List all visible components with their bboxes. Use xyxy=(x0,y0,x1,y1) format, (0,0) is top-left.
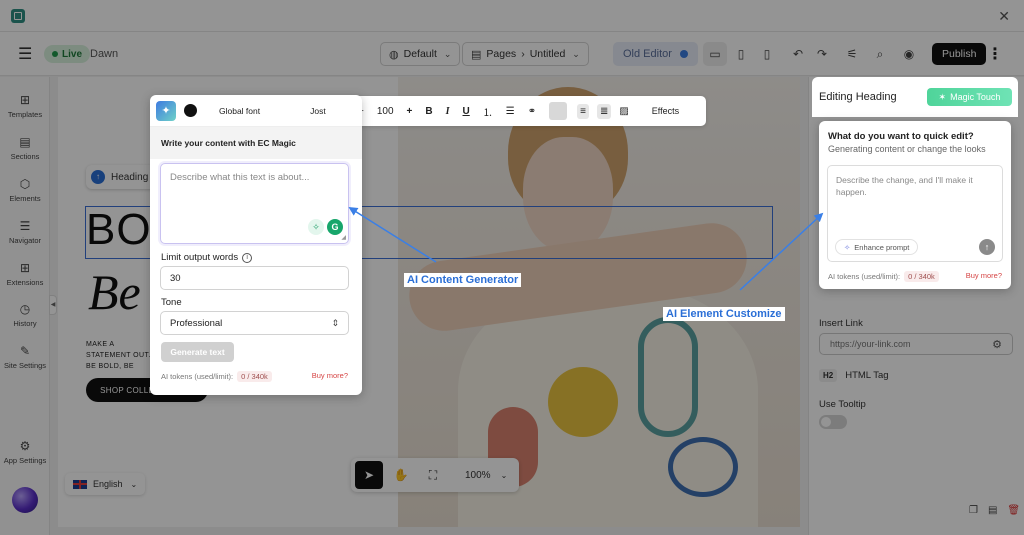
magic-touch-label: Magic Touch xyxy=(950,92,1001,102)
textarea-helpers: ✧ G xyxy=(308,219,343,235)
quick-edit-token-usage: AI tokens (used/limit): 0 / 340k xyxy=(828,271,939,282)
limit-words-label: Limit output words i xyxy=(161,252,253,263)
color-swatch[interactable] xyxy=(549,102,568,120)
font-name[interactable]: Jost xyxy=(310,106,326,116)
enhance-prompt-button[interactable]: ✧ Enhance prompt xyxy=(835,239,919,255)
limit-words-input[interactable]: 30 xyxy=(160,266,349,290)
bullet-list-icon[interactable]: ☰ xyxy=(506,106,515,117)
ai-element-customize-callout: AI Element Customize xyxy=(663,307,785,321)
bold-icon[interactable]: B xyxy=(425,106,432,117)
magic-touch-button[interactable]: ✶ Magic Touch xyxy=(927,88,1012,106)
grammarly-icon[interactable]: G xyxy=(327,219,343,235)
ai-panel-title: Write your content with EC Magic xyxy=(150,127,362,159)
effects-button[interactable]: Effects xyxy=(652,106,679,116)
magic-sparkle-icon: ✶ xyxy=(938,91,947,102)
align-left-icon[interactable]: ≡ xyxy=(577,103,589,119)
ai-content-generator-panel: ✦ Global font Jost Write your content wi… xyxy=(150,95,362,395)
describe-text-input[interactable]: Describe what this text is about... ✧ G … xyxy=(160,163,349,244)
info-icon[interactable]: i xyxy=(242,252,253,263)
italic-icon[interactable]: I xyxy=(446,106,450,117)
link-icon[interactable]: ⚭ xyxy=(528,106,536,117)
ai-panel-header: ✦ Global font Jost xyxy=(150,95,362,127)
ordered-list-icon[interactable]: ⒈ xyxy=(483,104,493,119)
ai-token-usage: AI tokens (used/limit): 0 / 340k xyxy=(161,371,272,382)
limit-words-text: Limit output words xyxy=(161,252,239,263)
underline-icon[interactable]: U xyxy=(463,106,470,117)
sparkle-icon: ✧ xyxy=(844,242,851,252)
select-arrows-icon: ⇕ xyxy=(331,317,339,328)
global-font-label[interactable]: Global font xyxy=(219,106,260,116)
resize-handle-icon[interactable]: ◢ xyxy=(341,234,346,241)
tone-label: Tone xyxy=(161,297,182,308)
buy-more-link[interactable]: Buy more? xyxy=(966,271,1002,280)
tokens-count: 0 / 340k xyxy=(237,371,272,382)
tone-select[interactable]: Professional ⇕ xyxy=(160,311,349,335)
tone-value: Professional xyxy=(170,317,223,329)
quick-edit-title: What do you want to quick edit? xyxy=(828,131,974,142)
quick-edit-subtitle: Generating content or change the looks xyxy=(828,144,986,154)
line-height-icon[interactable]: ≣ xyxy=(596,103,612,119)
text-format-toolbar: − 100 + B I U ⒈ ☰ ⚭ ≡ ≣ ▨ Effects xyxy=(350,96,706,126)
quick-edit-input[interactable]: Describe the change, and I'll make it ha… xyxy=(827,165,1003,262)
ai-content-generator-callout: AI Content Generator xyxy=(404,273,522,287)
panel-title: Editing Heading xyxy=(819,91,897,103)
buy-more-link[interactable]: Buy more? xyxy=(312,371,348,380)
lightbulb-icon[interactable]: ✧ xyxy=(308,219,324,235)
describe-placeholder: Describe what this text is about... xyxy=(170,172,310,183)
tokens-label: AI tokens (used/limit): xyxy=(828,272,901,281)
editing-heading-header: Editing Heading ✶ Magic Touch xyxy=(812,77,1018,117)
tokens-label: AI tokens (used/limit): xyxy=(161,372,234,381)
tokens-count: 0 / 340k xyxy=(904,271,939,282)
quick-edit-placeholder: Describe the change, and I'll make it ha… xyxy=(836,175,973,197)
quick-edit-card: What do you want to quick edit? Generati… xyxy=(819,121,1011,289)
font-size-value[interactable]: 100 xyxy=(377,106,394,117)
text-color-swatch[interactable] xyxy=(184,104,197,117)
limit-words-value: 30 xyxy=(170,272,181,284)
increase-size-icon[interactable]: + xyxy=(407,106,413,117)
send-arrow-icon[interactable]: ↑ xyxy=(979,239,995,255)
magic-wand-icon[interactable]: ✦ xyxy=(156,100,176,121)
generate-text-button[interactable]: Generate text xyxy=(161,342,234,362)
strikethrough-pattern-icon[interactable]: ▨ xyxy=(619,106,628,117)
enhance-label: Enhance prompt xyxy=(854,242,910,252)
